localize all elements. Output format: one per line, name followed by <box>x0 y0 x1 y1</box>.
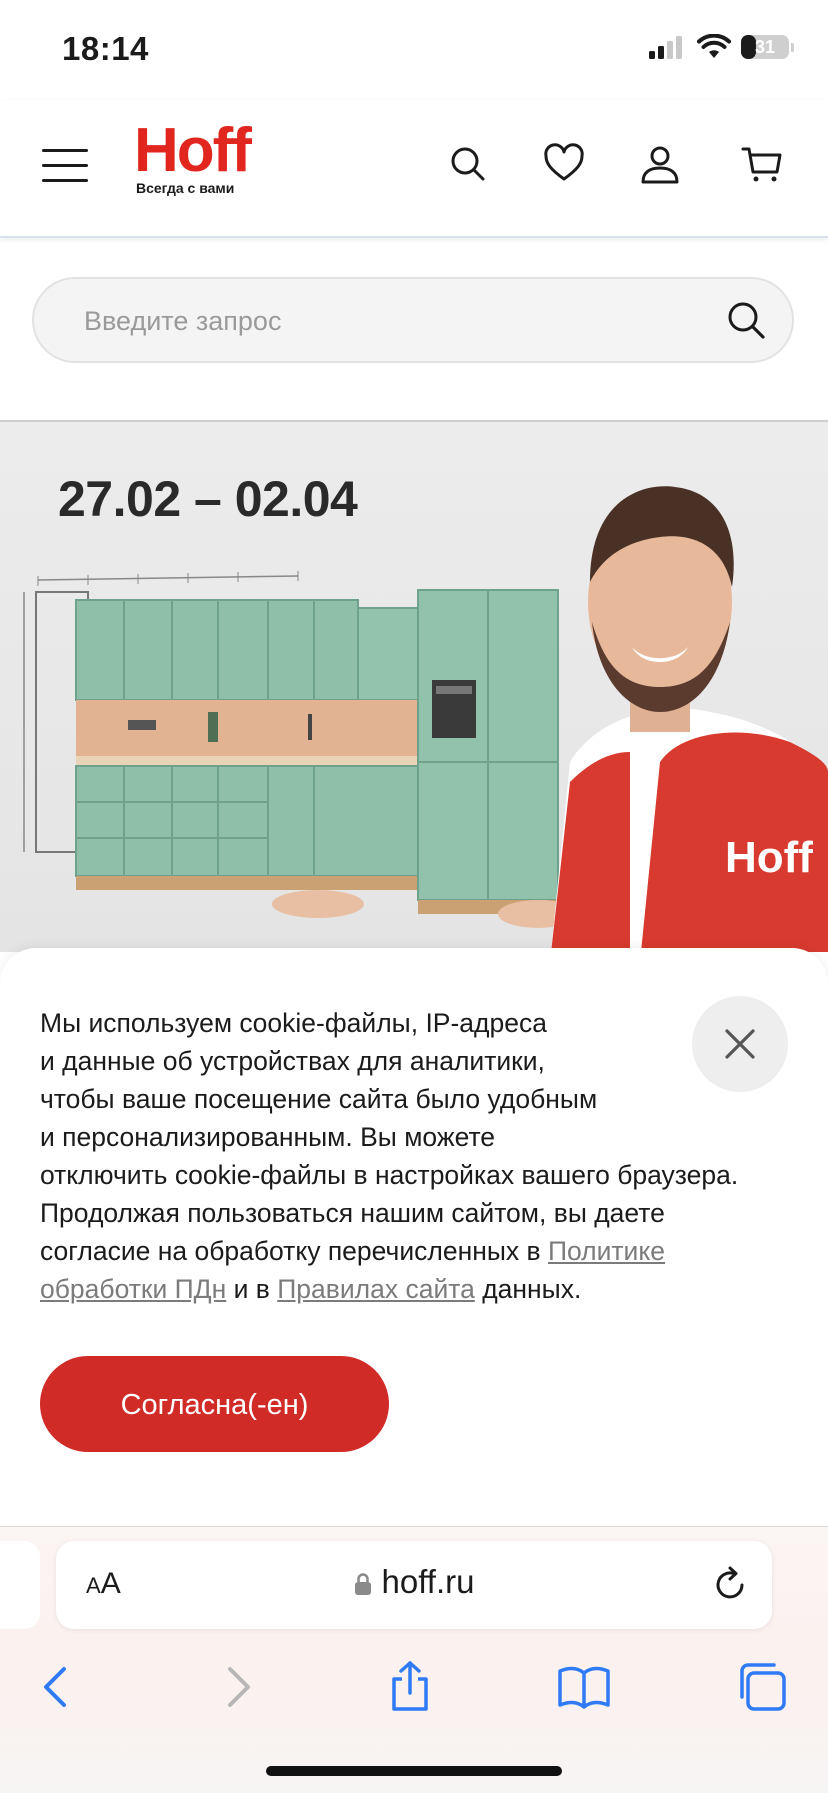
cookie-line: Продолжая пользоваться нашим сайтом, вы … <box>40 1198 665 1228</box>
logo-tagline: Всегда с вами <box>136 180 235 196</box>
previous-tab-peek[interactable] <box>0 1541 40 1629</box>
wifi-icon <box>697 34 731 58</box>
cookie-line: чтобы ваше посещение сайта было удобным <box>40 1084 598 1114</box>
cookie-line: и данные об устройствах для аналитики, <box>40 1046 545 1076</box>
logo-wordmark: Hoff <box>134 116 252 185</box>
battery-icon: 31 <box>741 35 789 59</box>
back-icon[interactable] <box>30 1659 86 1715</box>
tabs-icon[interactable] <box>734 1659 790 1715</box>
promo-dates: 27.02 – 02.04 <box>58 471 358 527</box>
privacy-policy-link[interactable]: Политике <box>548 1236 665 1266</box>
address-bar[interactable]: AA hoff.ru <box>56 1541 772 1629</box>
search-icon[interactable] <box>726 300 766 340</box>
cookie-text-fragment: данных. <box>474 1274 582 1304</box>
promo-person-photo: Hoff <box>551 486 828 952</box>
cookie-line: отключить cookie-файлы в настройках ваше… <box>40 1160 739 1190</box>
cookie-line: согласие на обработку перечисленных в По… <box>40 1232 800 1270</box>
vest-logo: Hoff <box>725 833 813 882</box>
search-icon[interactable] <box>446 142 490 186</box>
home-indicator <box>266 1766 562 1776</box>
cookie-message: Мы используем cookie-файлы, IP-адреса и … <box>40 1004 800 1308</box>
user-icon[interactable] <box>638 142 682 186</box>
heart-icon[interactable] <box>542 142 586 186</box>
agree-button[interactable]: Согласна(-ен) <box>40 1356 389 1452</box>
status-icons: 31 <box>647 34 794 60</box>
cookie-line: Мы используем cookie-файлы, IP-адреса <box>40 1008 547 1038</box>
url-display[interactable]: hoff.ru <box>56 1563 772 1601</box>
lock-icon <box>354 1573 371 1596</box>
menu-icon[interactable] <box>42 147 88 183</box>
share-icon[interactable] <box>382 1659 438 1715</box>
reload-icon[interactable] <box>712 1565 748 1603</box>
status-time: 18:14 <box>62 30 149 67</box>
battery-cap <box>791 42 794 52</box>
navigation-toolbar <box>0 1659 828 1719</box>
close-button[interactable] <box>692 996 788 1092</box>
close-icon <box>725 1029 755 1059</box>
cookie-text-fragment: согласие на обработку перечисленных в <box>40 1236 548 1266</box>
bookmarks-icon[interactable] <box>556 1659 612 1715</box>
cellular-signal-icon <box>649 36 682 59</box>
cookie-consent-sheet: Мы используем cookie-файлы, IP-адреса и … <box>0 948 828 1526</box>
browser-toolbar: AA hoff.ru <box>0 1526 828 1793</box>
cookie-text-fragment: и в <box>226 1274 278 1304</box>
promo-banner[interactable]: 27.02 – 02.04 Hoff <box>0 420 828 952</box>
search-bar[interactable] <box>32 277 794 363</box>
cookie-line: и персонализированным. Вы можете <box>40 1122 496 1152</box>
url-text: hoff.ru <box>381 1563 475 1600</box>
status-bar: 18:14 31 <box>0 0 828 100</box>
site-rules-link[interactable]: Правилах сайта <box>277 1274 475 1304</box>
battery-percent: 31 <box>754 37 776 57</box>
cart-icon[interactable] <box>740 142 784 186</box>
site-header: Hoff Всегда с вами <box>0 100 828 238</box>
forward-icon[interactable] <box>208 1659 264 1715</box>
hoff-logo[interactable]: Hoff Всегда с вами <box>134 116 252 197</box>
cookie-line: обработки ПДн и в Правилах сайта данных. <box>40 1270 800 1308</box>
privacy-policy-link-cont[interactable]: обработки ПДн <box>40 1274 226 1304</box>
search-input[interactable] <box>82 279 706 363</box>
